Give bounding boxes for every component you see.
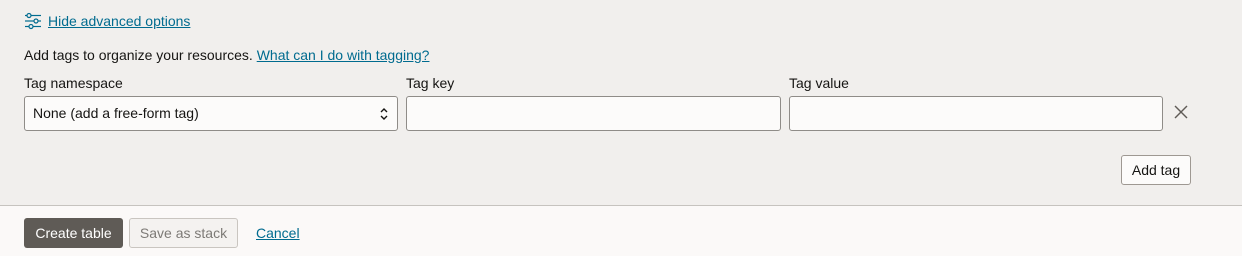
add-tag-button[interactable]: Add tag (1121, 155, 1191, 185)
tag-namespace-label: Tag namespace (24, 75, 123, 91)
tag-value-label: Tag value (789, 75, 849, 91)
hide-advanced-options-link[interactable]: Hide advanced options (48, 13, 190, 29)
tag-namespace-select[interactable]: None (add a free-form tag) (24, 96, 398, 131)
advanced-options-panel: Hide advanced options Add tags to organi… (0, 0, 1242, 206)
create-table-button[interactable]: Create table (24, 218, 123, 248)
tag-key-input[interactable] (406, 96, 781, 131)
tagging-help-link[interactable]: What can I do with tagging? (257, 47, 430, 63)
tags-intro-text: Add tags to organize your resources. (24, 47, 253, 63)
sliders-icon (25, 12, 41, 30)
tag-key-label: Tag key (406, 75, 455, 91)
hide-advanced-options-toggle[interactable]: Hide advanced options (24, 11, 190, 31)
remove-tag-button[interactable] (1171, 102, 1191, 122)
save-as-stack-button[interactable]: Save as stack (129, 218, 238, 248)
chevron-up-down-icon (380, 108, 388, 120)
cancel-link[interactable]: Cancel (256, 225, 300, 241)
tag-value-input[interactable] (789, 96, 1163, 131)
tags-intro: Add tags to organize your resources. Wha… (24, 46, 429, 64)
tag-namespace-selected-value: None (add a free-form tag) (33, 105, 199, 121)
close-icon (1174, 105, 1188, 119)
